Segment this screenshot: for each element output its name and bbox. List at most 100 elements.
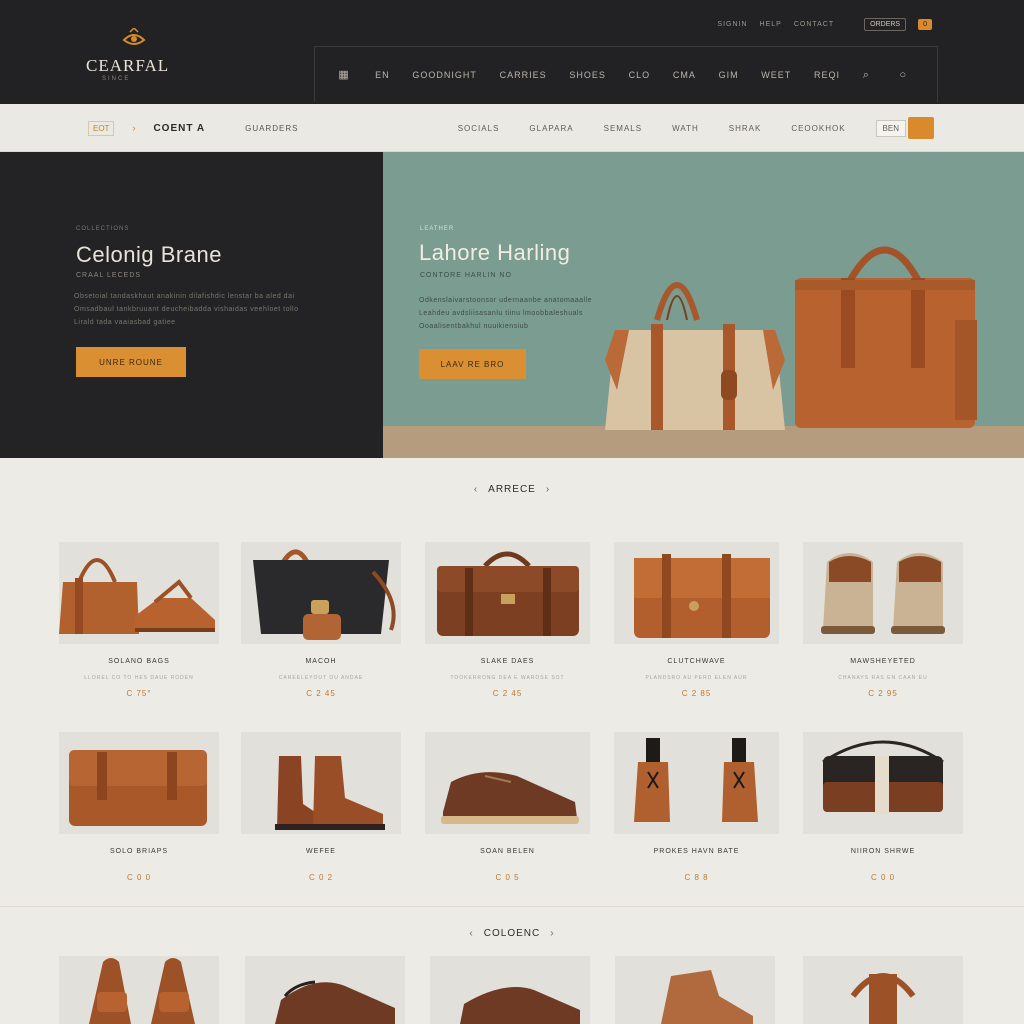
product-card[interactable] <box>803 956 963 1024</box>
nav-item-clo[interactable]: CLO <box>629 70 651 80</box>
product-card[interactable]: SOLO BRIAPS C 0 0 <box>59 732 219 882</box>
product-image[interactable] <box>59 542 219 644</box>
product-sandals-image <box>821 553 945 634</box>
account-icon[interactable]: ○ <box>900 69 914 81</box>
product-card[interactable]: PROKES HAVN BATE C 8 8 <box>614 732 779 882</box>
nav-item-en[interactable]: EN <box>375 70 390 80</box>
product-satchel-image <box>850 973 916 1024</box>
product-card[interactable]: SOAN BELEN C 0 5 <box>425 732 590 882</box>
menu-grid-icon[interactable]: ▦ <box>338 69 352 81</box>
breadcrumb[interactable]: GUARDERS <box>245 124 298 133</box>
chevron-left-icon[interactable]: ‹ <box>469 928 473 939</box>
sub-link-shrak[interactable]: SHRAK <box>729 124 762 133</box>
signin-link[interactable]: SIGNIN <box>717 21 747 28</box>
hero-bags-image <box>605 246 977 430</box>
language-select[interactable]: BEN <box>875 119 906 137</box>
logo-mark-icon <box>122 28 146 45</box>
product-image[interactable] <box>614 732 779 834</box>
hero-right-kicker: LEATHER <box>420 226 455 232</box>
product-ankle-boots-image <box>275 756 385 830</box>
hero-left-subtitle: CRAAL LECEDS <box>76 272 142 279</box>
hero-left-body: Obsetoial tandaskhaut anakinin dilafishd… <box>74 293 299 326</box>
product-name[interactable]: MACOH <box>241 658 401 665</box>
product-card[interactable]: CLUTCHWAVE PLANDSRO AU PERD ELEN AUR C 2… <box>614 542 779 698</box>
product-name[interactable]: MAWSHEYETED <box>803 658 963 665</box>
product-card[interactable] <box>245 956 405 1024</box>
nav-item-weet[interactable]: WEET <box>761 70 791 80</box>
hero-right-cta-button[interactable]: LAAV RE BRO <box>419 349 526 379</box>
cart-button[interactable] <box>908 117 934 139</box>
help-link[interactable]: HELP <box>760 21 782 28</box>
sub-left-group: EOT › COENT A GUARDERS <box>88 104 298 152</box>
product-image[interactable] <box>803 732 963 834</box>
hero-left-cta-button[interactable]: UNRE ROUNE <box>76 347 186 377</box>
product-card[interactable]: SLAKE DAES TOOKERRONG DEA E WAROSE SOT C… <box>425 542 590 698</box>
product-meta: PLANDSRO AU PERD ELEN AUR <box>645 675 748 681</box>
product-name[interactable]: SLAKE DAES <box>425 658 590 665</box>
sub-right-group: SOCIALS GLAPARA SEMALS WATH SHRAK CEOOKH… <box>458 104 934 152</box>
orders-button[interactable]: ORDERS <box>864 18 907 31</box>
sub-link-ceookhok[interactable]: CEOOKHOK <box>791 124 845 133</box>
product-price: C 8 8 <box>684 873 709 882</box>
product-price: C 2 95 <box>868 689 898 698</box>
cart-badge[interactable]: 0 <box>918 19 932 30</box>
product-image[interactable] <box>241 542 401 644</box>
product-card[interactable]: SOLANO BAGS LLOREL CO TO HES DAUE RODEN … <box>59 542 219 698</box>
brand-name: CEARFAL <box>86 56 170 75</box>
nav-item-gim[interactable]: GIM <box>719 70 739 80</box>
contact-link[interactable]: CONTACT <box>794 21 834 28</box>
product-card[interactable] <box>59 956 219 1024</box>
section-code[interactable]: EOT <box>88 120 115 136</box>
search-icon[interactable]: ⌕ <box>863 69 877 81</box>
nav-item-carries[interactable]: CARRIES <box>500 70 547 80</box>
product-name[interactable]: WEFEE <box>241 848 401 855</box>
sub-link-semals[interactable]: SEMALS <box>604 124 642 133</box>
product-image[interactable] <box>425 732 590 834</box>
product-meta: CAREELEYOUT OU ANDAE <box>278 675 364 681</box>
product-image[interactable] <box>803 956 963 1024</box>
chevron-left-icon[interactable]: ‹ <box>474 484 478 495</box>
sub-link-glapara[interactable]: GLAPARA <box>529 124 573 133</box>
product-image[interactable] <box>803 542 963 644</box>
nav-item-goodnight[interactable]: GOODNIGHT <box>412 70 477 80</box>
hero-right-title: Lahore Harling <box>419 240 571 265</box>
nav-item-cma[interactable]: CMA <box>673 70 696 80</box>
product-image[interactable] <box>425 542 590 644</box>
nav-item-reqi[interactable]: REQI <box>814 70 840 80</box>
product-price: C 0 0 <box>126 873 152 882</box>
chevron-right-icon[interactable]: › <box>546 484 550 495</box>
product-image[interactable] <box>241 732 401 834</box>
top-header: CEARFAL SINCE SIGNIN HELP CONTACT ORDERS… <box>0 0 1024 104</box>
sub-link-socials[interactable]: SOCIALS <box>458 124 500 133</box>
product-image[interactable] <box>245 956 405 1024</box>
product-image[interactable] <box>430 956 590 1024</box>
product-card[interactable]: NIIRON SHRWE C 0 0 <box>803 732 963 882</box>
section-title: COENT A <box>153 122 206 134</box>
brand-logo[interactable]: CEARFAL SINCE <box>86 28 186 84</box>
nav-item-shoes[interactable]: SHOES <box>569 70 606 80</box>
product-card[interactable]: MAWSHEYETED CHANAYS RAS EN CAAN EU C 2 9… <box>803 542 963 698</box>
product-image[interactable] <box>614 542 779 644</box>
product-name[interactable]: SOLANO BAGS <box>59 658 219 665</box>
product-name[interactable]: SOLO BRIAPS <box>59 848 219 855</box>
product-leather-clutch-image <box>69 750 207 826</box>
product-messenger-image <box>634 554 770 638</box>
chevron-right-icon[interactable]: › <box>132 123 135 133</box>
chevron-right-icon[interactable]: › <box>550 928 554 939</box>
product-name[interactable]: CLUTCHWAVE <box>614 658 779 665</box>
product-image[interactable] <box>59 956 219 1024</box>
product-card[interactable] <box>615 956 775 1024</box>
product-name[interactable]: NIIRON SHRWE <box>803 848 963 855</box>
product-name[interactable]: SOAN BELEN <box>425 848 590 855</box>
product-oxford-shoe-image <box>460 987 580 1024</box>
product-price: C 2 85 <box>681 689 712 698</box>
product-card[interactable]: MACOH CAREELEYOUT OU ANDAE C 2 45 <box>241 542 401 698</box>
product-card[interactable] <box>430 956 590 1024</box>
product-name[interactable]: PROKES HAVN BATE <box>614 848 779 855</box>
product-derby-shoe-image <box>441 772 579 824</box>
product-image[interactable] <box>59 732 219 834</box>
product-card[interactable]: WEFEE C 0 2 <box>241 732 401 882</box>
product-image[interactable] <box>615 956 775 1024</box>
product-price: C 75° <box>126 689 152 698</box>
sub-link-wath[interactable]: WATH <box>672 124 699 133</box>
